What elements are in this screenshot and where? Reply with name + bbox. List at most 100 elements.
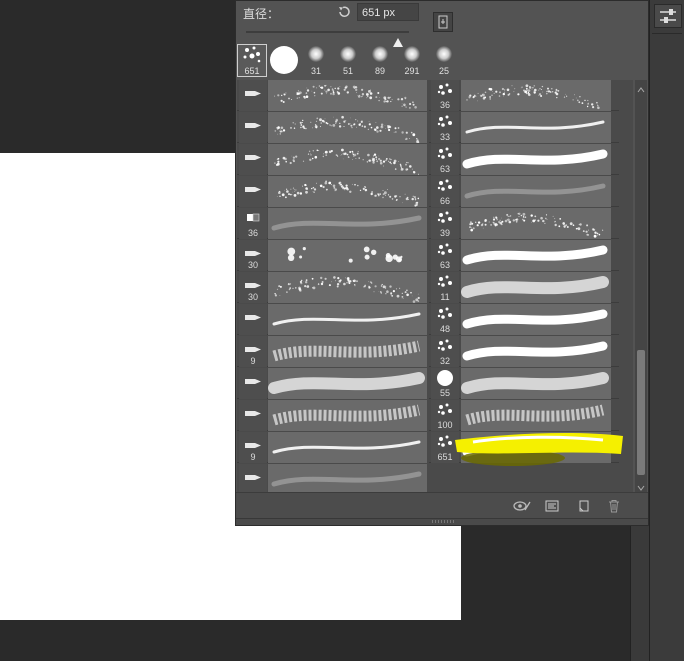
brush-row[interactable]: 63 [429, 144, 619, 175]
grip-dots [432, 520, 454, 523]
stroke-preview [268, 272, 427, 303]
scatter-brush-icon [437, 243, 452, 255]
stroke-preview [268, 464, 427, 495]
stroke-preview [268, 336, 427, 367]
brush-tip-icon [245, 91, 261, 96]
brush-tip [239, 400, 267, 431]
brush-size: 39 [439, 228, 450, 238]
brush-size: 48 [439, 324, 450, 334]
scrollbar-thumb[interactable] [637, 350, 645, 475]
brush-list-scrollbar[interactable] [635, 80, 647, 492]
brush-row[interactable]: 100 [429, 400, 619, 431]
brush-row[interactable] [237, 464, 427, 495]
new-brush-icon[interactable] [576, 498, 592, 514]
soft-brush-icon [340, 46, 356, 62]
brush-size: 651 [437, 452, 453, 462]
preset-size: 291 [404, 66, 420, 76]
brush-tip: 9 [239, 336, 267, 367]
stroke-preview [268, 368, 427, 399]
brush-size: 63 [439, 260, 450, 270]
brush-row[interactable] [237, 400, 427, 431]
brush-row[interactable] [237, 304, 427, 335]
brush-row[interactable]: 33 [429, 112, 619, 143]
brush-row[interactable]: 32 [429, 336, 619, 367]
brush-size: 9 [250, 356, 256, 366]
stroke-preview [461, 240, 611, 271]
diameter-slider-track[interactable] [246, 31, 409, 33]
stroke-preview [461, 304, 611, 335]
stroke-preview [268, 432, 427, 463]
diameter-input[interactable]: 651 px [357, 3, 419, 21]
brush-tip: 66 [431, 176, 459, 207]
stroke-preview [461, 176, 611, 207]
brush-row[interactable]: 30 [237, 240, 427, 271]
brush-size: 33 [439, 132, 450, 142]
brush-row[interactable] [237, 80, 427, 111]
scroll-up-icon[interactable] [635, 82, 647, 93]
brush-row[interactable] [237, 112, 427, 143]
brush-row[interactable]: 48 [429, 304, 619, 335]
brush-list[interactable]: 36 30 30 9 9 36 33 63 66 39 63 11 48 32 … [237, 80, 633, 495]
scatter-brush-icon [437, 435, 452, 447]
brush-panel-footer [236, 492, 648, 519]
brush-tip: 55 [431, 368, 459, 399]
stroke-preview [268, 80, 427, 111]
brush-row[interactable]: 9 [237, 336, 427, 367]
brush-row[interactable]: 30 [237, 272, 427, 303]
brush-row[interactable]: 55 [429, 368, 619, 399]
brush-row[interactable]: 63 [429, 240, 619, 271]
stroke-preview [461, 400, 611, 431]
trash-icon[interactable] [606, 498, 622, 514]
scatter-brush-icon [437, 115, 452, 127]
brush-row[interactable] [237, 368, 427, 399]
brush-tip: 63 [431, 144, 459, 175]
scatter-brush-icon [437, 307, 452, 319]
brush-row[interactable]: 651 [429, 432, 623, 466]
preset-scatter[interactable]: 651 [237, 44, 267, 77]
toggle-preview-icon[interactable] [513, 498, 531, 514]
brush-tip: 11 [431, 272, 459, 303]
stroke-preview [268, 112, 427, 143]
brush-tip-icon [245, 411, 261, 416]
brush-tip-icon [245, 315, 261, 320]
preset-soft-291[interactable]: 291 [397, 44, 427, 77]
new-preset-icon[interactable] [433, 12, 453, 32]
brush-row[interactable]: 11 [429, 272, 619, 303]
brush-tip: 30 [239, 272, 267, 303]
soft-brush-icon [404, 46, 420, 62]
scatter-brush-icon [243, 46, 261, 63]
diameter-slider-thumb[interactable] [392, 34, 403, 47]
brush-tip-icon [245, 475, 261, 480]
scatter-brush-icon [437, 179, 452, 191]
brush-size: 100 [437, 420, 453, 430]
stroke-preview [461, 80, 611, 111]
sliders-icon [660, 9, 676, 23]
brush-row[interactable] [237, 144, 427, 175]
brush-row[interactable]: 9 [237, 432, 427, 463]
brush-tip: 63 [431, 240, 459, 271]
stroke-preview [461, 272, 611, 303]
panel-resize-grip[interactable] [236, 518, 648, 525]
brush-tip-icon [245, 187, 261, 192]
preset-soft-25[interactable]: 25 [429, 44, 459, 77]
preset-hard-round[interactable] [269, 44, 299, 77]
brush-row[interactable]: 36 [237, 208, 427, 239]
brush-row[interactable]: 36 [429, 80, 619, 111]
reset-icon[interactable] [336, 4, 352, 20]
brush-settings-toggle-button[interactable] [654, 4, 682, 28]
preset-size: 89 [374, 66, 385, 76]
preset-soft-31[interactable]: 31 [301, 44, 331, 77]
brush-row[interactable]: 66 [429, 176, 619, 207]
scroll-down-icon[interactable] [635, 480, 647, 491]
preset-soft-51[interactable]: 51 [333, 44, 363, 77]
stroke-preview [268, 240, 427, 271]
preset-soft-89[interactable]: 89 [365, 44, 395, 77]
scatter-brush-icon [437, 211, 452, 223]
preset-size: 31 [310, 66, 321, 76]
stroke-preview [461, 208, 611, 239]
diameter-label: 直径： [243, 7, 280, 21]
brush-row[interactable]: 39 [429, 208, 619, 239]
settings-panel-icon[interactable] [544, 498, 560, 514]
brush-row[interactable] [237, 176, 427, 207]
preset-size: 25 [438, 66, 449, 76]
